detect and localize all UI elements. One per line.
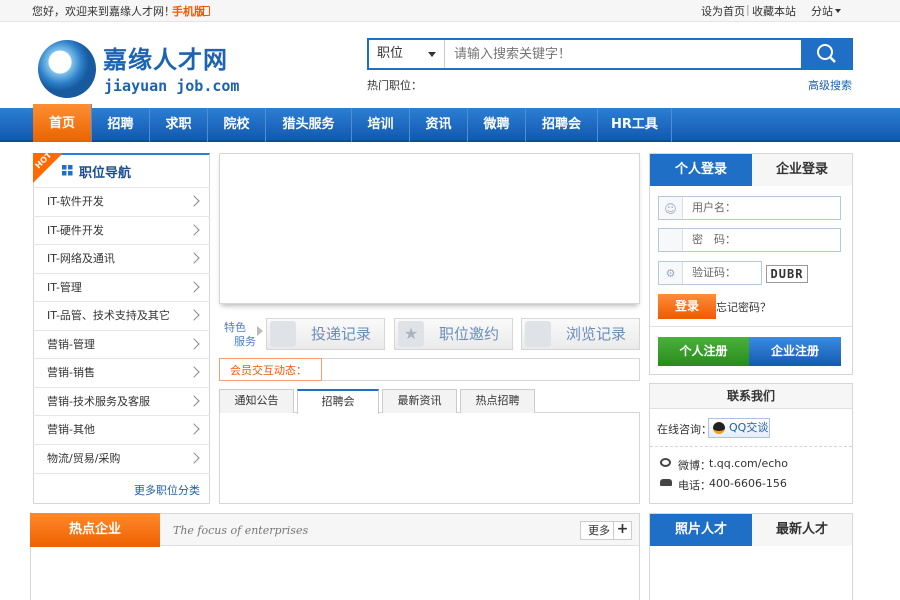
chevron-right-icon [188,309,200,321]
password-field[interactable]: 密 码： [658,228,841,252]
hot-jobs-label: 热门职位： [367,79,422,92]
bookmark-link[interactable]: 收藏本站 [752,3,796,19]
weibo-icon [660,458,671,467]
job-category-item[interactable]: IT-硬件开发 [33,216,210,244]
divider [650,446,852,447]
phone-value: 400-6606-156 [709,477,787,490]
weibo-value[interactable]: t.qq.com/echo [709,457,788,470]
phone-label: 电话： [678,479,711,492]
banner-area [219,153,640,304]
logo-mark [38,40,96,98]
tab-company-login[interactable]: 企业登录 [752,154,852,186]
captcha-field[interactable]: ⚙ 验证码： [658,261,762,285]
member-dynamics-label: 会员交互动态： [219,358,322,381]
nav-job-seek[interactable]: 求职 [150,108,208,142]
weibo-label: 微博： [678,459,711,472]
nav-training[interactable]: 培训 [352,108,410,142]
chevron-right-icon [188,195,200,207]
info-tab-content [219,412,640,504]
browse-record-button[interactable]: 浏览记录 [521,318,640,350]
nav-news[interactable]: 资讯 [410,108,468,142]
forgot-password-link[interactable]: 忘记密码？ [716,299,771,315]
services-label-line2: 服务 [234,335,256,348]
chevron-right-icon [188,252,200,264]
nav-job-fair[interactable]: 招聘会 [526,108,598,142]
chevron-down-icon [428,52,436,57]
job-category-item[interactable]: IT-管理 [33,273,210,301]
delivery-record-button[interactable]: 投递记录 [266,318,385,350]
tab-photo-talent[interactable]: 照片人才 [650,514,752,546]
nav-recruit[interactable]: 招聘 [92,108,150,142]
login-button[interactable]: 登录 [658,294,716,319]
company-register-button[interactable]: 企业注册 [749,337,841,366]
more-categories-link[interactable]: 更多职位分类 [134,482,200,498]
chevron-right-icon [188,366,200,378]
star-icon: ★ [398,321,424,347]
username-field[interactable]: ☺ 用户名： [658,196,841,220]
plus-icon: + [613,521,631,540]
phone-icon [203,6,210,16]
set-home-link[interactable]: 设为首页 [701,3,745,19]
captcha-image[interactable]: DUBR [766,265,808,283]
job-category-item[interactable]: 营销-销售 [33,358,210,386]
divider: | [746,3,750,16]
tab-notice[interactable]: 通知公告 [219,389,294,413]
tab-personal-login[interactable]: 个人登录 [650,154,752,186]
chevron-down-icon [835,9,841,13]
job-category-item[interactable]: 物流/贸易/采购 [33,444,210,472]
user-icon: ☺ [659,197,683,219]
job-category-item[interactable]: 营销-其他 [33,415,210,443]
divider [33,473,210,474]
advanced-search-link[interactable]: 高级搜索 [808,77,852,93]
qq-chat-button[interactable]: QQ交谈 [708,418,770,438]
document-icon [525,321,551,347]
substation-dropdown[interactable]: 分站 [811,3,833,19]
logo-cn-text: 嘉缘人才网 [103,46,228,74]
nav-hr-tools[interactable]: HR工具 [598,108,672,142]
chevron-right-icon [188,395,200,407]
chevron-right-icon [188,224,200,236]
arrow-right-icon [257,326,263,336]
grid-icon [62,165,73,176]
nav-college[interactable]: 院校 [208,108,266,142]
tab-hot-recruit[interactable]: 热点招聘 [460,389,535,413]
tag-icon [270,321,296,347]
chevron-right-icon [188,452,200,464]
telephone-icon [660,479,672,486]
search-category-value: 职位 [377,46,404,61]
hot-companies-title: 热点企业 [30,513,160,547]
search-icon [817,44,836,63]
nav-home[interactable]: 首页 [33,104,92,142]
personal-register-button[interactable]: 个人注册 [658,337,749,366]
chevron-right-icon [188,338,200,350]
job-category-item[interactable]: 营销-技术服务及客服 [33,387,210,415]
hot-companies-subtitle: The focus of enterprises [173,524,309,537]
job-nav-title: 职位导航 [79,166,132,181]
nav-micro-recruit[interactable]: 微聘 [468,108,526,142]
job-category-item[interactable]: 营销-管理 [33,330,210,358]
job-category-item[interactable]: IT-品管、技术支持及其它 [33,301,210,329]
tab-latest-news[interactable]: 最新资讯 [382,389,457,413]
lock-icon [659,229,683,251]
mobile-link[interactable]: 手机版 [172,3,205,19]
nav-headhunting[interactable]: 猎头服务 [266,108,352,142]
tab-latest-talent[interactable]: 最新人才 [752,514,852,546]
job-category-item[interactable]: IT-软件开发 [33,187,210,215]
divider [650,326,852,327]
gear-icon: ⚙ [659,262,683,284]
job-invitation-button[interactable]: ★ 职位邀约 [394,318,513,350]
logo-en-text: jiayuan job.com [104,77,240,95]
search-input[interactable] [448,40,800,68]
welcome-text: 您好，欢迎来到嘉缘人才网！ [32,5,175,18]
job-category-item[interactable]: IT-网络及通讯 [33,244,210,272]
online-consult-label: 在线咨询： [657,423,712,436]
qq-icon [713,422,725,434]
chevron-right-icon [188,423,200,435]
chevron-right-icon [188,281,200,293]
more-companies-button[interactable]: 更多 + [580,521,632,540]
contact-title: 联系我们 [650,384,852,409]
tab-job-fair[interactable]: 招聘会 [297,389,379,414]
search-button[interactable] [801,38,853,70]
